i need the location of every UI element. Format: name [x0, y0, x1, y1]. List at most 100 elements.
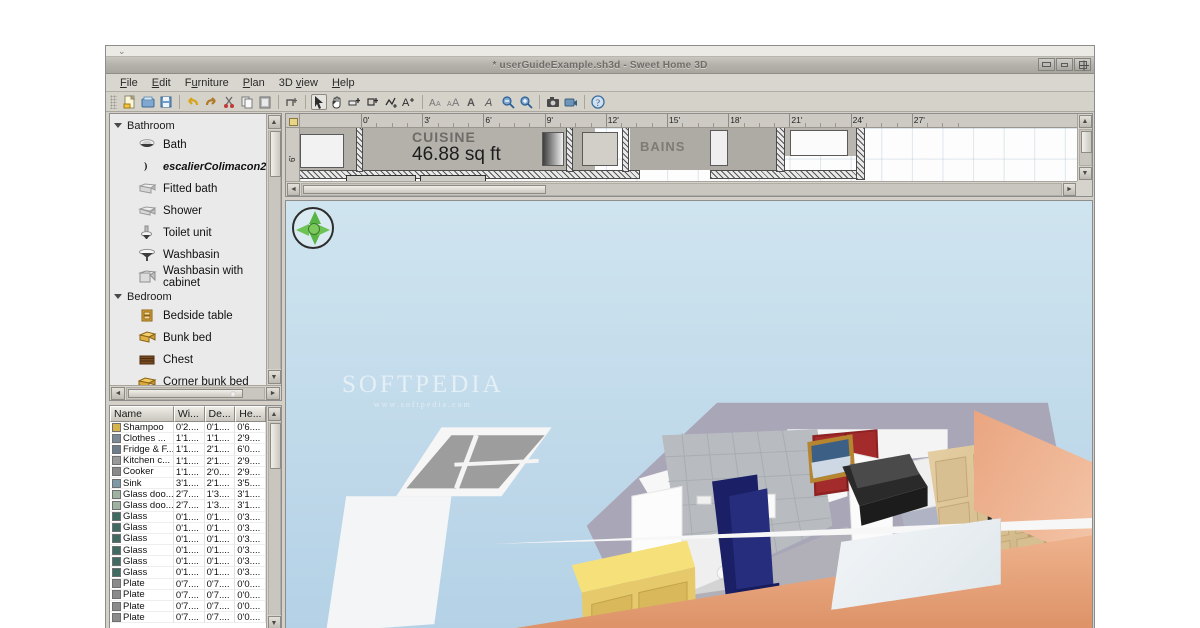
table-row[interactable]: Glass 0'1.... 0'1.... 0'3....: [110, 533, 266, 546]
catalog-group-bathroom[interactable]: Bathroom: [114, 117, 266, 134]
plan-vertical-scrollbar[interactable]: ▲ ▼: [1077, 114, 1092, 181]
plan-furniture-stair[interactable]: [300, 134, 344, 168]
catalog-item-washbasin[interactable]: Washbasin: [114, 244, 266, 266]
chevron-down-icon[interactable]: [114, 121, 123, 130]
table-row[interactable]: Plate 0'7.... 0'7.... 0'0....: [110, 589, 266, 601]
table-row[interactable]: Glass 0'1.... 0'1.... 0'3....: [110, 567, 266, 579]
scroll-down-arrow-icon[interactable]: ▼: [1078, 167, 1092, 180]
plan-vscroll-track[interactable]: [1078, 129, 1092, 166]
table-row[interactable]: Sink 3'1.... 2'1.... 3'5....: [110, 477, 266, 490]
menu-3dview[interactable]: 3D view: [273, 76, 324, 90]
catalog-scroll-track[interactable]: [267, 130, 281, 369]
plan-canvas[interactable]: CUISINE 46.88 sq ft BAINS: [300, 128, 1077, 181]
furniture-scroll-track[interactable]: [267, 422, 281, 615]
scroll-up-arrow-icon[interactable]: ▲: [1078, 115, 1092, 128]
menu-furniture[interactable]: Furniture: [179, 76, 235, 90]
table-row[interactable]: Glass 0'1.... 0'1.... 0'3....: [110, 545, 266, 557]
add-text-icon[interactable]: A: [401, 94, 417, 110]
zoom-text-larger-icon[interactable]: AA: [446, 94, 462, 110]
furniture-table-vertical-scrollbar[interactable]: ▲ ▼: [266, 406, 281, 628]
create-rooms-icon[interactable]: [365, 94, 381, 110]
plan-wall-vert-5[interactable]: [856, 128, 865, 180]
plan-vscroll-thumb[interactable]: [1080, 131, 1092, 153]
scroll-right-arrow-icon[interactable]: ►: [1063, 182, 1076, 196]
plan-furniture-bath[interactable]: [710, 130, 728, 166]
catalog-item-fitted-bath[interactable]: Fitted bath: [114, 178, 266, 200]
create-photo-icon[interactable]: [545, 94, 561, 110]
column-header-height[interactable]: He...: [235, 406, 267, 422]
chevron-down-icon[interactable]: ⌄: [118, 46, 126, 57]
open-folder-icon[interactable]: [140, 94, 156, 110]
scroll-left-arrow-icon[interactable]: ◄: [287, 182, 300, 196]
menu-plan[interactable]: Plan: [237, 76, 271, 90]
plan-vertical-ruler[interactable]: 6': [286, 128, 300, 181]
copy-icon[interactable]: [239, 94, 255, 110]
scroll-left-arrow-icon[interactable]: ◄: [111, 386, 125, 400]
help-icon[interactable]: ?: [590, 94, 606, 110]
table-row[interactable]: Kitchen c... 1'1.... 2'1.... 2'9....: [110, 455, 266, 467]
cut-scissors-icon[interactable]: [221, 94, 237, 110]
pan-hand-icon[interactable]: [329, 94, 345, 110]
maximize-button[interactable]: [1056, 58, 1073, 71]
catalog-item-bath[interactable]: Bath: [114, 134, 266, 156]
table-row[interactable]: Fridge & F... 1'1.... 2'1.... 6'0....: [110, 444, 266, 456]
window-titlebar[interactable]: * userGuideExample.sh3d - Sweet Home 3D: [106, 57, 1094, 74]
catalog-item-corner-bunk-bed[interactable]: Corner bunk bed: [114, 371, 266, 385]
new-document-icon[interactable]: [122, 94, 138, 110]
furniture-list-table[interactable]: Name Wi... De... He... Shampoo 0'2.... 0'1…: [109, 405, 282, 628]
scroll-up-arrow-icon[interactable]: ▲: [267, 115, 281, 129]
plan-view-panel[interactable]: 0' 3' 6' 9' 12' 15' 18' 21' 24' 27' 6' C…: [285, 113, 1093, 197]
add-furniture-icon[interactable]: [284, 94, 300, 110]
menu-edit[interactable]: Edit: [146, 76, 177, 90]
catalog-item-escalier-colimacon2[interactable]: escalierColimacon2: [114, 156, 266, 178]
close-button[interactable]: [1074, 58, 1091, 71]
plan-furniture-fridge[interactable]: [542, 132, 564, 166]
minimize-button[interactable]: [1038, 58, 1055, 71]
catalog-item-bunk-bed[interactable]: Bunk bed: [114, 327, 266, 349]
table-row[interactable]: Glass doo... 2'7.... 1'3.... 3'1....: [110, 489, 266, 501]
compass-navigation-icon[interactable]: [292, 207, 334, 249]
catalog-hscroll-track[interactable]: [126, 386, 265, 400]
plan-selection-door-1[interactable]: [346, 175, 416, 181]
italic-text-icon[interactable]: A: [482, 94, 498, 110]
plan-wall-vert-4[interactable]: [776, 128, 785, 172]
table-row[interactable]: Glass doo... 2'7.... 1'3.... 3'1....: [110, 500, 266, 512]
3d-view[interactable]: SOFTPEDIA www.softpedia.com: [285, 200, 1093, 628]
toolbar-drag-handle[interactable]: [110, 94, 117, 109]
menu-file[interactable]: File: [114, 76, 144, 90]
catalog-hscroll-thumb[interactable]: [128, 388, 244, 398]
column-header-width[interactable]: Wi...: [173, 406, 205, 422]
scroll-right-arrow-icon[interactable]: ►: [266, 386, 280, 400]
plan-furniture-counter[interactable]: [582, 132, 618, 166]
column-header-depth[interactable]: De...: [204, 406, 236, 422]
catalog-item-shower[interactable]: Shower: [114, 200, 266, 222]
plan-wall-bottom-2[interactable]: [710, 170, 860, 179]
plan-horizontal-ruler[interactable]: 0' 3' 6' 9' 12' 15' 18' 21' 24' 27': [300, 114, 1077, 128]
create-walls-icon[interactable]: [347, 94, 363, 110]
table-row[interactable]: Shampoo 0'2.... 0'1.... 0'6....: [110, 422, 266, 434]
window-grip-strip[interactable]: ⌄: [106, 46, 1094, 57]
zoom-out-icon[interactable]: [500, 94, 516, 110]
select-arrow-icon[interactable]: [311, 93, 327, 110]
catalog-vertical-scrollbar[interactable]: ▲ ▼: [266, 114, 281, 385]
scroll-up-arrow-icon[interactable]: ▲: [267, 407, 281, 421]
table-row[interactable]: Cooker 1'1.... 2'0.... 2'9....: [110, 466, 266, 478]
menu-help[interactable]: Help: [326, 76, 361, 90]
chevron-down-icon[interactable]: [114, 292, 123, 301]
create-polyline-icon[interactable]: [383, 94, 399, 110]
catalog-group-bedroom[interactable]: Bedroom: [114, 288, 266, 305]
plan-selection-door-2[interactable]: [420, 175, 486, 181]
create-video-icon[interactable]: [563, 94, 579, 110]
table-row[interactable]: Plate 0'7.... 0'7.... 0'0....: [110, 612, 266, 624]
plan-wall-vert-2[interactable]: [566, 128, 573, 172]
plan-horizontal-scrollbar[interactable]: ◄ ►: [286, 181, 1077, 196]
scroll-down-arrow-icon[interactable]: ▼: [267, 370, 281, 384]
catalog-item-toilet-unit[interactable]: Toilet unit: [114, 222, 266, 244]
undo-icon[interactable]: [185, 94, 201, 110]
furniture-scroll-thumb[interactable]: [269, 423, 281, 469]
scroll-down-arrow-icon[interactable]: ▼: [267, 616, 281, 628]
furniture-catalog-tree[interactable]: Bathroom Bath escalierColimacon2 Fitted …: [109, 113, 282, 401]
catalog-horizontal-scrollbar[interactable]: ◄ ►: [110, 385, 281, 400]
plan-hscroll-thumb[interactable]: [303, 184, 546, 194]
catalog-item-chest[interactable]: Chest: [114, 349, 266, 371]
